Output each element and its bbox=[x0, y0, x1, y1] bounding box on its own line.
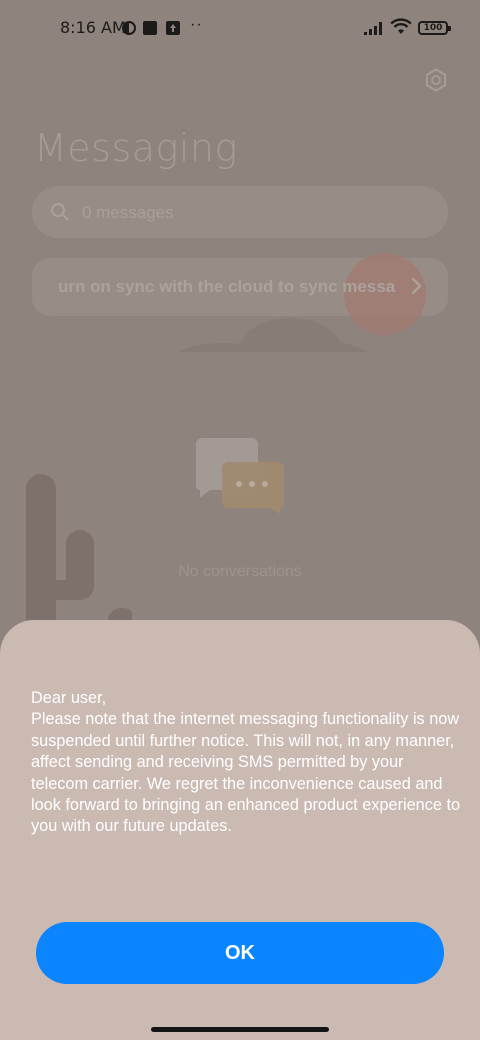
more-notifications-indicator: ·· bbox=[190, 16, 203, 33]
gear-icon[interactable] bbox=[424, 68, 448, 92]
home-indicator[interactable] bbox=[151, 1027, 329, 1032]
battery-indicator: 100 bbox=[418, 21, 451, 35]
ok-button[interactable]: OK bbox=[36, 922, 444, 984]
search-icon bbox=[50, 202, 70, 222]
upload-notification-icon bbox=[166, 21, 180, 35]
status-time: 8:16 AM bbox=[60, 18, 126, 37]
hills-illustration bbox=[180, 318, 366, 352]
dialog-message: Dear user, Please note that the internet… bbox=[31, 689, 461, 836]
vpn-status-icon bbox=[122, 21, 136, 35]
search-placeholder: 0 messages bbox=[82, 203, 174, 222]
cloud-sync-banner-text: urn on sync with the cloud to sync messa… bbox=[58, 277, 396, 296]
page-title: Messaging bbox=[34, 126, 238, 170]
chevron-right-icon bbox=[411, 277, 422, 295]
status-bar: 8:16 AM ·· 100 bbox=[0, 0, 480, 56]
cellular-signal-icon bbox=[364, 22, 382, 35]
wifi-icon bbox=[390, 18, 412, 34]
notification-app-icon bbox=[143, 21, 157, 35]
chat-bubbles-icon bbox=[196, 438, 284, 514]
